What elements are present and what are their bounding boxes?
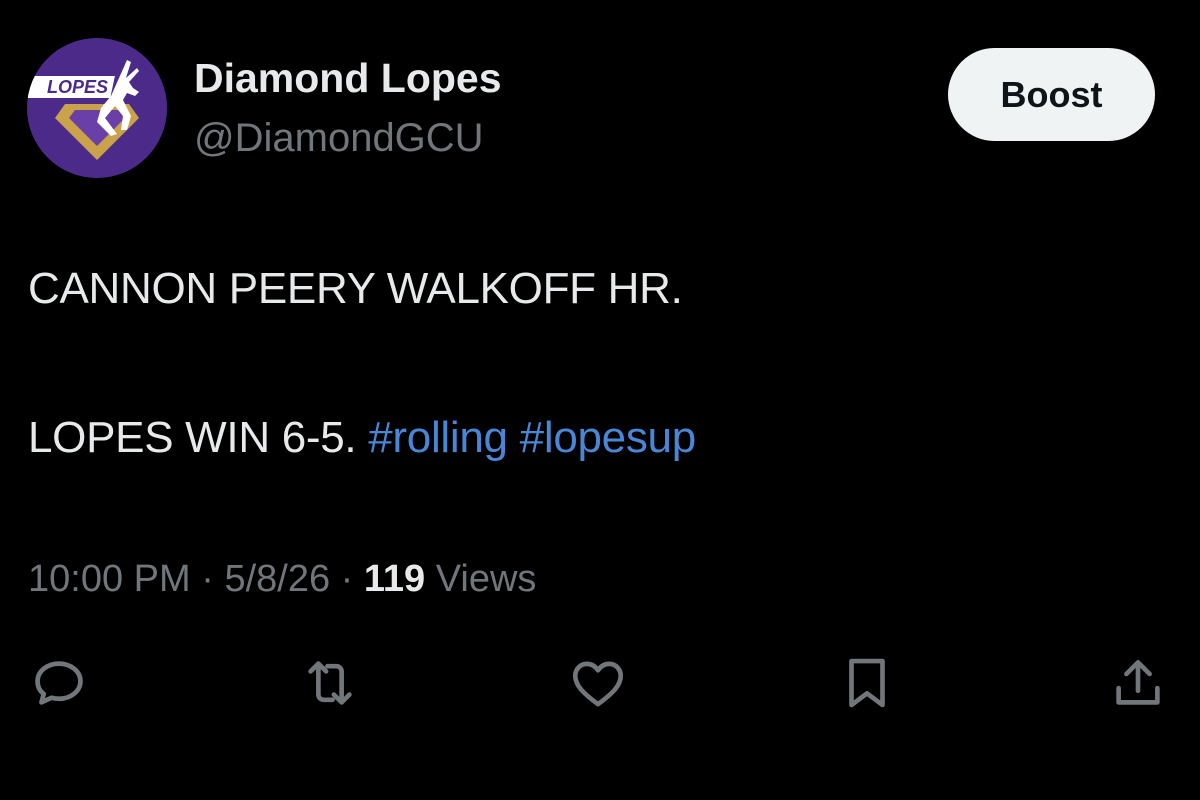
boost-button[interactable]: Boost — [948, 48, 1155, 141]
bookmark-button[interactable] — [834, 650, 900, 716]
share-button[interactable] — [1105, 650, 1171, 716]
tweet-text-line-2: LOPES WIN 6-5. #rolling #lopesup — [28, 413, 696, 463]
tweet-meta: 10:00 PM · 5/8/26 · 119 Views — [28, 558, 536, 601]
hashtag-rolling[interactable]: #rolling — [368, 413, 508, 462]
meta-separator: · — [340, 558, 354, 600]
author-display-name[interactable]: Diamond Lopes — [194, 55, 502, 102]
views-count: 119 — [363, 558, 426, 600]
bookmark-icon — [849, 658, 885, 708]
heart-icon — [572, 661, 624, 707]
speech-bubble-icon — [35, 661, 83, 705]
author-handle[interactable]: @DiamondGCU — [194, 116, 484, 161]
hashtag-lopesup[interactable]: #lopesup — [520, 413, 697, 462]
tweet-time[interactable]: 10:00 PM — [28, 558, 191, 600]
repost-button[interactable] — [297, 650, 363, 716]
tweet-text-plain: LOPES WIN 6-5. — [28, 413, 369, 462]
reply-button[interactable] — [26, 650, 92, 716]
share-upload-icon — [1116, 660, 1160, 705]
meta-separator: · — [201, 558, 214, 600]
like-button[interactable] — [565, 650, 631, 716]
views-label: Views — [435, 558, 537, 600]
avatar[interactable]: LOPES — [27, 38, 167, 178]
tweet-text-line-1: CANNON PEERY WALKOFF HR. — [28, 264, 683, 313]
avatar-logo-text: LOPES — [47, 77, 108, 97]
repost-arrows-icon — [308, 661, 352, 705]
tweet-date[interactable]: 5/8/26 — [224, 558, 330, 600]
lopes-logo-icon: LOPES — [27, 38, 167, 178]
